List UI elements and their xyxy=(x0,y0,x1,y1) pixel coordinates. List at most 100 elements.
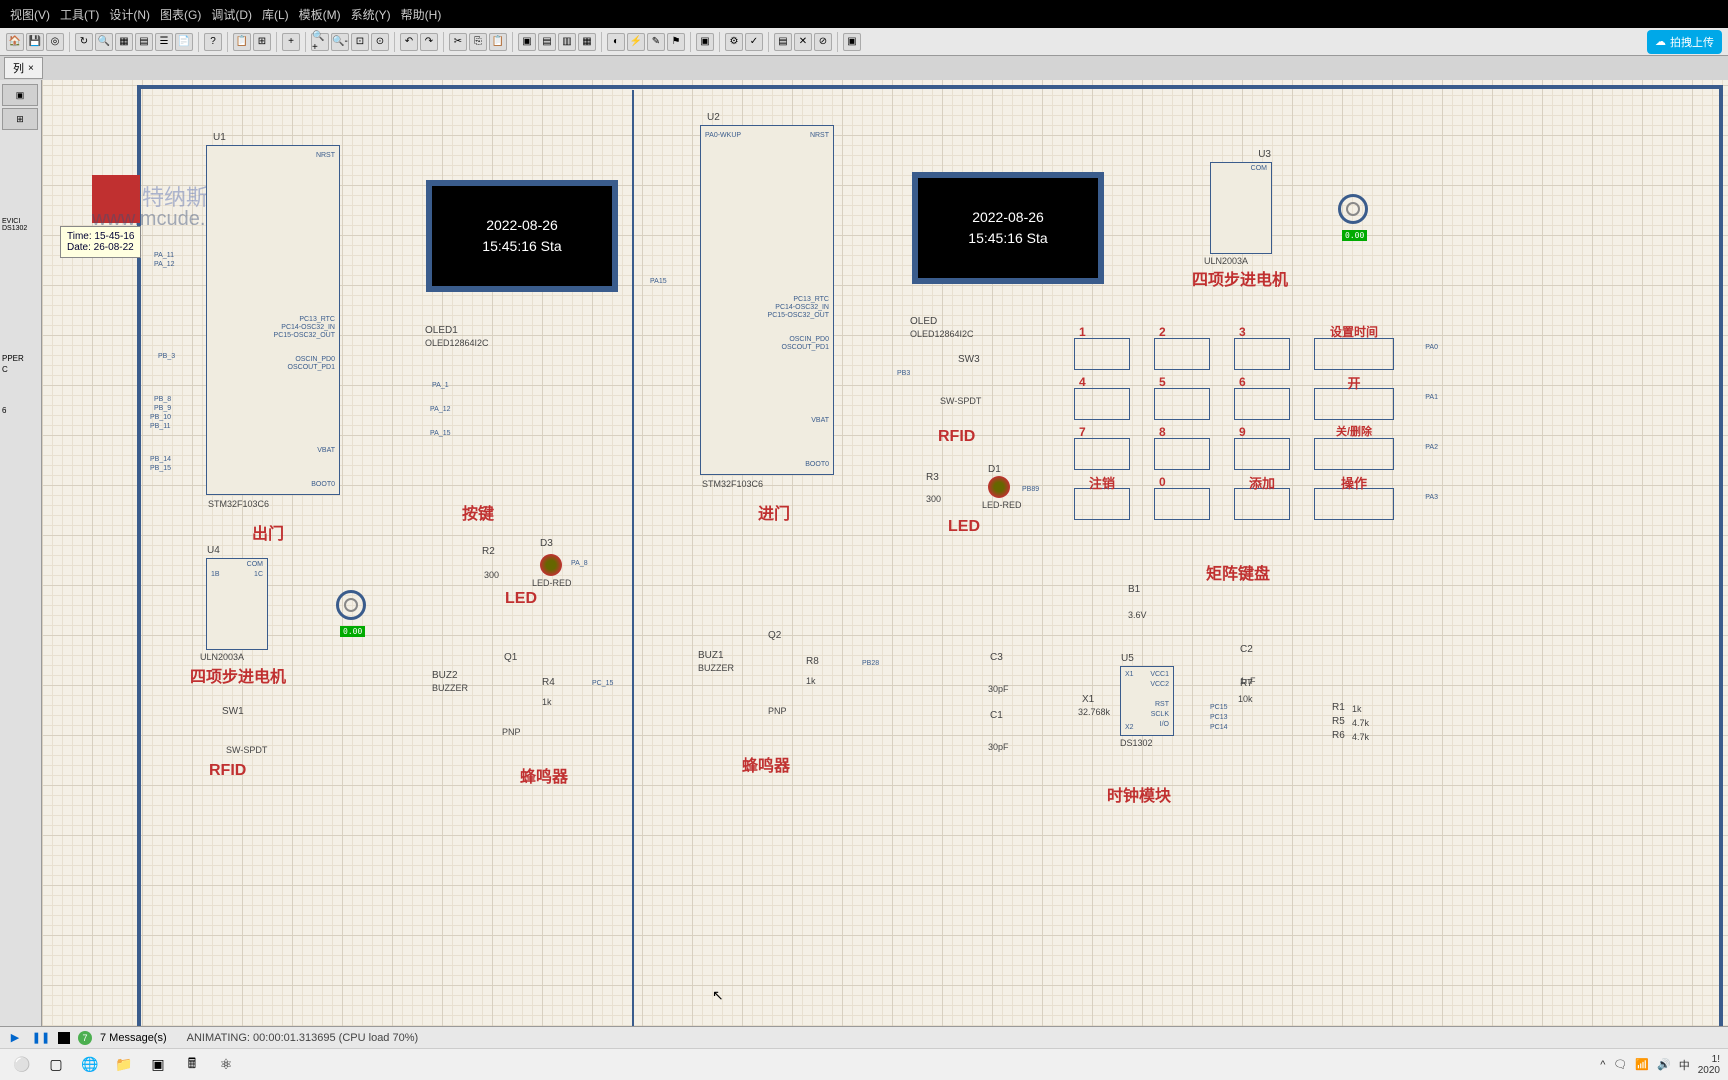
home-icon[interactable]: 🏠 xyxy=(6,33,24,51)
layers-icon[interactable]: ▦ xyxy=(115,33,133,51)
menu-item[interactable]: 图表(G) xyxy=(160,6,201,23)
ic-u4[interactable]: U4 COM 1B 1C xyxy=(206,558,268,650)
upload-button[interactable]: ☁ 拍拽上传 xyxy=(1647,30,1722,54)
led-d3[interactable] xyxy=(540,554,562,576)
app2-icon[interactable]: ⚛ xyxy=(212,1051,240,1079)
tray-ime[interactable]: 中 xyxy=(1679,1057,1690,1073)
tray-wifi-icon[interactable]: 📶 xyxy=(1635,1058,1649,1071)
grid2-icon[interactable]: ⊞ xyxy=(253,33,271,51)
key-6[interactable]: 6 xyxy=(1234,388,1290,420)
menu-item[interactable]: 设计(N) xyxy=(109,6,150,23)
matrix-keypad[interactable]: 1 2 3 设置时间 4 5 6 开 7 8 9 关/删除 注销 0 添加 操作… xyxy=(1074,338,1414,548)
zoom-in-icon[interactable]: 🔍+ xyxy=(311,33,329,51)
list-icon[interactable]: ☰ xyxy=(155,33,173,51)
zoom-out-icon[interactable]: 🔍- xyxy=(331,33,349,51)
key-3[interactable]: 3 xyxy=(1234,338,1290,370)
tool6-icon[interactable]: ⚡ xyxy=(627,33,645,51)
key-0[interactable]: 0 xyxy=(1154,488,1210,520)
play-icon[interactable]: ▶ xyxy=(6,1029,24,1047)
tool13-icon[interactable]: ✕ xyxy=(794,33,812,51)
stop-icon[interactable] xyxy=(58,1032,70,1044)
ic-u2[interactable]: U2 PA0-WKUP NRST VBAT BOOT0 PC13_RTC PC1… xyxy=(700,125,834,475)
save-icon[interactable]: 💾 xyxy=(26,33,44,51)
schematic-canvas[interactable]: 特纳斯电子 www.mcude.com Time: 15-45-16 Date:… xyxy=(42,80,1728,1036)
tray-expand-icon[interactable]: ^ xyxy=(1600,1059,1605,1071)
key-add[interactable]: 添加 xyxy=(1234,488,1290,520)
undo-icon[interactable]: ↶ xyxy=(400,33,418,51)
menu-item[interactable]: 帮助(H) xyxy=(401,6,442,23)
task-view-icon[interactable]: ▢ xyxy=(42,1051,70,1079)
key-7[interactable]: 7 xyxy=(1074,438,1130,470)
tool8-icon[interactable]: ⚑ xyxy=(667,33,685,51)
key-operate[interactable]: 操作 xyxy=(1314,488,1394,520)
block-icon[interactable]: ▣ xyxy=(518,33,536,51)
q2-type: PNP xyxy=(768,706,787,716)
menu-item[interactable]: 视图(V) xyxy=(10,6,50,23)
tool11-icon[interactable]: ✓ xyxy=(745,33,763,51)
zoom-all-icon[interactable]: ⊙ xyxy=(371,33,389,51)
tool12-icon[interactable]: ▤ xyxy=(774,33,792,51)
block2-icon[interactable]: ▤ xyxy=(538,33,556,51)
sidebar-tool[interactable]: ▣ xyxy=(2,84,38,106)
key-set-time[interactable]: 设置时间 xyxy=(1314,338,1394,370)
tool5-icon[interactable]: ◐ xyxy=(607,33,625,51)
tool15-icon[interactable]: ▣ xyxy=(843,33,861,51)
key-4[interactable]: 4 xyxy=(1074,388,1130,420)
messages-text[interactable]: 7 Message(s) xyxy=(100,1032,167,1044)
tray-network-icon[interactable]: 🗨 xyxy=(1613,1058,1627,1071)
key-8[interactable]: 8 xyxy=(1154,438,1210,470)
ic-u1[interactable]: U1 NRST VBAT BOOT0 PC13_RTC PC14-OSC32_I… xyxy=(206,145,340,495)
redo-icon[interactable]: ↷ xyxy=(420,33,438,51)
key-5[interactable]: 5 xyxy=(1154,388,1210,420)
tool9-icon[interactable]: ▣ xyxy=(696,33,714,51)
tab[interactable]: 列 × xyxy=(4,57,43,79)
copy-icon[interactable]: ⎘ xyxy=(469,33,487,51)
pause-icon[interactable]: ❚❚ xyxy=(32,1029,50,1047)
tool7-icon[interactable]: ✎ xyxy=(647,33,665,51)
help-icon[interactable]: ? xyxy=(204,33,222,51)
stepper-motor[interactable] xyxy=(336,590,366,620)
zoom-fit-icon[interactable]: ⊡ xyxy=(351,33,369,51)
cut-icon[interactable]: ✂ xyxy=(449,33,467,51)
tool10-icon[interactable]: ⚙ xyxy=(725,33,743,51)
motor-readout: 0.00 xyxy=(340,626,365,637)
oled-display[interactable]: 2022-08-26 15:45:16 Sta xyxy=(426,180,618,292)
calc-icon[interactable]: 🖩 xyxy=(178,1051,206,1079)
paste2-icon[interactable]: 📋 xyxy=(489,33,507,51)
app-icon[interactable]: ▣ xyxy=(144,1051,172,1079)
message-badge[interactable]: 7 xyxy=(78,1031,92,1045)
block3-icon[interactable]: ▥ xyxy=(558,33,576,51)
grid-icon[interactable]: ▤ xyxy=(135,33,153,51)
key-2[interactable]: 2 xyxy=(1154,338,1210,370)
edge-icon[interactable]: 🌐 xyxy=(76,1051,104,1079)
menu-item[interactable]: 工具(T) xyxy=(60,6,99,23)
block4-icon[interactable]: ▦ xyxy=(578,33,596,51)
stepper-motor[interactable] xyxy=(1338,194,1368,224)
key-9[interactable]: 9 xyxy=(1234,438,1290,470)
sidebar-tool[interactable]: ⊞ xyxy=(2,108,38,130)
key-close-del[interactable]: 关/删除 xyxy=(1314,438,1394,470)
menu-item[interactable]: 系统(Y) xyxy=(351,6,391,23)
r4-ref: R4 xyxy=(542,677,555,688)
search-icon[interactable]: 🔍 xyxy=(95,33,113,51)
menu-item[interactable]: 模板(M) xyxy=(299,6,341,23)
refresh-icon[interactable]: ↻ xyxy=(75,33,93,51)
ic-u3[interactable]: U3 COM xyxy=(1210,162,1272,254)
plus-icon[interactable]: + xyxy=(282,33,300,51)
key-open[interactable]: 开 xyxy=(1314,388,1394,420)
menu-item[interactable]: 库(L) xyxy=(262,6,289,23)
target-icon[interactable]: ◎ xyxy=(46,33,64,51)
key-1[interactable]: 1 xyxy=(1074,338,1130,370)
close-icon[interactable]: × xyxy=(28,63,34,74)
search-icon[interactable]: ⚪ xyxy=(8,1051,36,1079)
explorer-icon[interactable]: 📁 xyxy=(110,1051,138,1079)
ic-u5[interactable]: U5 X1 X2 VCC1 VCC2 RST SCLK I/O xyxy=(1120,666,1174,736)
tool14-icon[interactable]: ⊘ xyxy=(814,33,832,51)
led-d1[interactable] xyxy=(988,476,1010,498)
oled-display[interactable]: 2022-08-26 15:45:16 Sta xyxy=(912,172,1104,284)
doc-icon[interactable]: 📄 xyxy=(175,33,193,51)
menu-item[interactable]: 调试(D) xyxy=(211,6,252,23)
tray-volume-icon[interactable]: 🔊 xyxy=(1657,1058,1671,1071)
key-logout[interactable]: 注销 xyxy=(1074,488,1130,520)
paste-icon[interactable]: 📋 xyxy=(233,33,251,51)
